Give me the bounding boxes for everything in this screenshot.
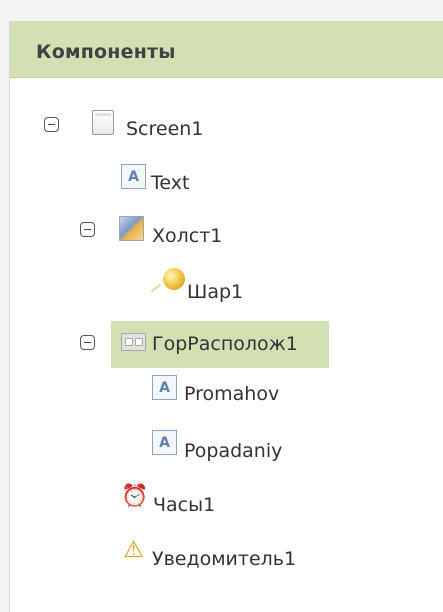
tree-item-screen1[interactable]: Screen1 xyxy=(126,118,203,140)
components-panel: Компоненты xyxy=(9,21,443,612)
collapse-canvas-toggle[interactable] xyxy=(80,222,95,237)
collapse-hlayout-toggle[interactable] xyxy=(80,335,95,350)
label-icon: A xyxy=(121,164,146,189)
tree-item-promahov[interactable]: Promahov xyxy=(184,383,279,405)
tree-item-ball[interactable]: Шар1 xyxy=(187,281,243,303)
label-icon: A xyxy=(152,375,177,400)
panel-header: Компоненты xyxy=(10,21,443,78)
canvas-icon xyxy=(119,216,144,241)
tree-item-notifier[interactable]: Уведомитель1 xyxy=(152,548,296,570)
clock-icon: ⏰ xyxy=(121,484,149,509)
ball-icon xyxy=(163,268,185,290)
tree-item-canvas[interactable]: Холст1 xyxy=(152,225,222,247)
tree-item-clock[interactable]: Часы1 xyxy=(153,494,215,516)
panel-title: Компоненты xyxy=(36,41,176,63)
screen-icon xyxy=(92,110,114,135)
tree-item-popadaniy[interactable]: Popadaniy xyxy=(184,440,282,462)
horizontal-arrangement-icon xyxy=(121,333,146,351)
tree-item-text[interactable]: Text xyxy=(151,172,189,194)
collapse-screen-toggle[interactable] xyxy=(44,117,59,132)
warning-icon: ⚠ xyxy=(123,537,144,563)
label-icon: A xyxy=(152,430,177,455)
tree-item-hlayout[interactable]: ГорРасполож1 xyxy=(152,333,298,355)
